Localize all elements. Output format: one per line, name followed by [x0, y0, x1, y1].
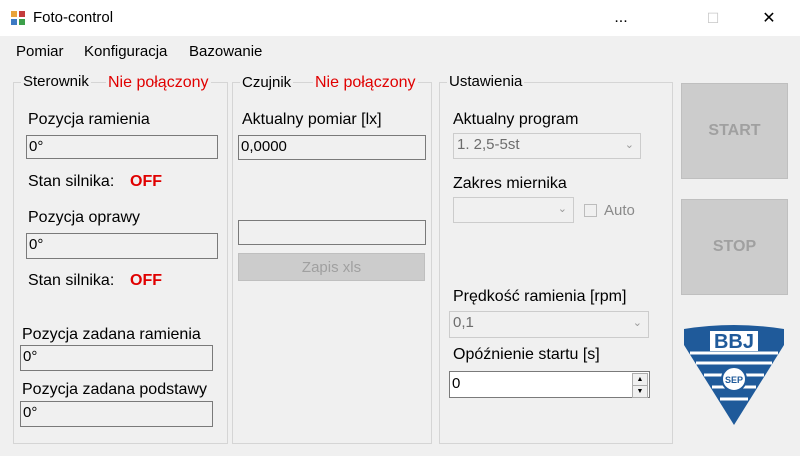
close-icon: ✕ — [762, 10, 776, 27]
pozycja-oprawy-label: Pozycja oprawy — [28, 209, 141, 226]
chevron-down-icon: ⌄ — [557, 203, 567, 215]
start-button[interactable]: START — [681, 83, 788, 179]
aktualny-pomiar-label: Aktualny pomiar [lx] — [242, 111, 382, 128]
menu-pomiar[interactable]: Pomiar — [16, 43, 64, 60]
ustawienia-legend: Ustawienia — [447, 73, 525, 90]
czujnik-legend: Czujnik — [240, 74, 294, 91]
opoznienie-value: 0 — [452, 375, 461, 392]
logo-text: BBJ — [714, 331, 754, 353]
spin-down-icon[interactable]: ▼ — [632, 385, 648, 398]
opoznienie-field[interactable]: 0 ▲ ▼ — [449, 371, 650, 398]
app-icon — [10, 10, 26, 26]
sterownik-status: Nie połączony — [106, 74, 211, 92]
stop-button[interactable]: STOP — [681, 199, 788, 295]
bbj-sep-logo: BBJ SEP — [680, 323, 788, 427]
pozycja-zadana-ramienia-label: Pozycja zadana ramienia — [22, 326, 201, 343]
maximize-button[interactable]: ☐ — [690, 0, 736, 36]
menu-bazowanie[interactable]: Bazowanie — [189, 43, 262, 60]
auto-checkbox[interactable] — [584, 204, 597, 217]
stan-silnika-label-2: Stan silnika: — [28, 272, 115, 289]
zakres-miernika-select[interactable]: ⌄ — [453, 197, 574, 223]
pozycja-zadana-podstawy-label: Pozycja zadana podstawy — [22, 381, 207, 398]
predkosc-value: 0,1 — [453, 314, 474, 331]
zapis-xls-button[interactable]: Zapis xls — [238, 253, 425, 281]
aktualny-program-label: Aktualny program — [453, 111, 579, 128]
filename-field[interactable] — [238, 220, 426, 245]
window-title: Foto-control — [33, 9, 114, 26]
minimize-icon: ... — [614, 9, 628, 26]
predkosc-label: Prędkość ramienia [rpm] — [453, 288, 627, 305]
chevron-down-icon: ⌄ — [624, 139, 634, 151]
sterownik-legend: Sterownik — [21, 73, 91, 90]
aktualny-program-value: 1. 2,5-5st — [457, 136, 520, 153]
minimize-button[interactable]: ... — [598, 0, 644, 36]
pozycja-zadana-ramienia-field[interactable]: 0° — [20, 345, 213, 371]
stan-silnika-label-1: Stan silnika: — [28, 173, 115, 190]
opoznienie-label: Opóźnienie startu [s] — [453, 346, 600, 363]
auto-label: Auto — [604, 202, 635, 219]
pozycja-ramienia-field[interactable]: 0° — [26, 135, 218, 159]
czujnik-status: Nie połączony — [313, 74, 418, 92]
aktualny-program-select[interactable]: 1. 2,5-5st ⌄ — [453, 133, 641, 159]
aktualny-pomiar-field[interactable]: 0,0000 — [238, 135, 426, 160]
title-bar — [0, 0, 800, 36]
pozycja-ramienia-label: Pozycja ramienia — [28, 111, 150, 128]
logo-seal: SEP — [725, 375, 743, 385]
stan-silnika-value-1: OFF — [130, 173, 162, 190]
pozycja-oprawy-field[interactable]: 0° — [26, 233, 218, 259]
predkosc-select[interactable]: 0,1 ⌄ — [449, 311, 649, 338]
close-button[interactable]: ✕ — [746, 0, 792, 36]
chevron-down-icon: ⌄ — [632, 317, 642, 329]
menu-konfiguracja[interactable]: Konfiguracja — [84, 43, 167, 60]
pozycja-zadana-podstawy-field[interactable]: 0° — [20, 401, 213, 427]
stan-silnika-value-2: OFF — [130, 272, 162, 289]
maximize-icon: ☐ — [706, 9, 720, 26]
zakres-miernika-label: Zakres miernika — [453, 175, 567, 192]
